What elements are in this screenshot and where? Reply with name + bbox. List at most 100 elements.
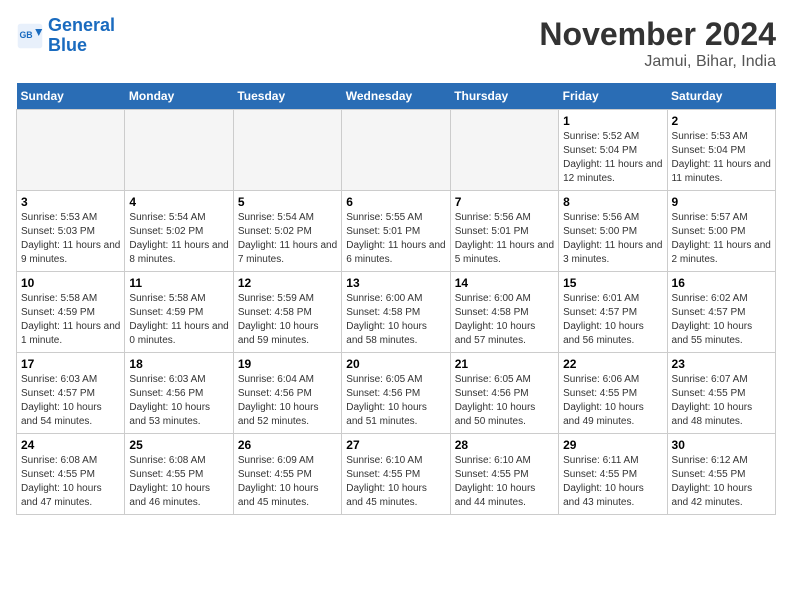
day-info: Sunrise: 5:54 AMSunset: 5:02 PMDaylight:… [238,211,337,267]
calendar-day-cell: 23 Sunrise: 6:07 AMSunset: 4:55 PMDayligh… [667,353,775,434]
day-info: Sunrise: 6:09 AMSunset: 4:55 PMDaylight:… [238,454,337,510]
calendar-week-row: 24 Sunrise: 6:08 AMSunset: 4:55 PMDayligh… [17,434,776,515]
day-number: 28 [455,438,554,452]
day-info: Sunrise: 6:02 AMSunset: 4:57 PMDaylight:… [672,292,771,348]
calendar-day-cell: 14 Sunrise: 6:00 AMSunset: 4:58 PMDayligh… [450,272,558,353]
location: Jamui, Bihar, India [539,53,776,71]
day-info: Sunrise: 6:08 AMSunset: 4:55 PMDaylight:… [21,454,120,510]
calendar-week-row: 3 Sunrise: 5:53 AMSunset: 5:03 PMDaylight… [17,191,776,272]
calendar-day-cell [17,110,125,191]
day-number: 15 [563,276,662,290]
month-title: November 2024 [539,16,776,53]
calendar-day-cell: 27 Sunrise: 6:10 AMSunset: 4:55 PMDayligh… [342,434,450,515]
logo-text: General Blue [48,16,115,56]
calendar-day-cell: 9 Sunrise: 5:57 AMSunset: 5:00 PMDaylight… [667,191,775,272]
calendar-day-cell: 20 Sunrise: 6:05 AMSunset: 4:56 PMDayligh… [342,353,450,434]
logo: GB General Blue [16,16,115,56]
calendar-day-cell: 21Sunrise: 6:05 AMSunset: 4:56 PMDayligh… [450,353,558,434]
calendar-day-cell: 7 Sunrise: 5:56 AMSunset: 5:01 PMDaylight… [450,191,558,272]
day-info: Sunrise: 6:08 AMSunset: 4:55 PMDaylight:… [129,454,228,510]
day-number: 13 [346,276,445,290]
day-info: Sunrise: 5:59 AMSunset: 4:58 PMDaylight:… [238,292,337,348]
day-number: 6 [346,195,445,209]
calendar-day-cell: 26Sunrise: 6:09 AMSunset: 4:55 PMDayligh… [233,434,341,515]
day-number: 22 [563,357,662,371]
day-info: Sunrise: 6:04 AMSunset: 4:56 PMDaylight:… [238,373,337,429]
day-number: 19 [238,357,337,371]
day-info: Sunrise: 6:00 AMSunset: 4:58 PMDaylight:… [455,292,554,348]
day-info: Sunrise: 6:05 AMSunset: 4:56 PMDaylight:… [346,373,445,429]
day-number: 29 [563,438,662,452]
day-number: 9 [672,195,771,209]
day-info: Sunrise: 5:58 AMSunset: 4:59 PMDaylight:… [21,292,120,348]
calendar-day-cell: 1 Sunrise: 5:52 AMSunset: 5:04 PMDaylight… [559,110,667,191]
calendar-day-cell: 10 Sunrise: 5:58 AMSunset: 4:59 PMDayligh… [17,272,125,353]
calendar-week-row: 17Sunrise: 6:03 AMSunset: 4:57 PMDayligh… [17,353,776,434]
day-number: 11 [129,276,228,290]
day-number: 23 [672,357,771,371]
calendar-table: SundayMondayTuesdayWednesdayThursdayFrid… [16,83,776,515]
title-block: November 2024 Jamui, Bihar, India [539,16,776,71]
calendar-day-cell [125,110,233,191]
calendar-day-cell: 5Sunrise: 5:54 AMSunset: 5:02 PMDaylight… [233,191,341,272]
weekday-header-row: SundayMondayTuesdayWednesdayThursdayFrid… [17,83,776,110]
calendar-week-row: 10 Sunrise: 5:58 AMSunset: 4:59 PMDayligh… [17,272,776,353]
day-number: 24 [21,438,120,452]
logo-line2: Blue [48,35,87,55]
day-number: 1 [563,114,662,128]
day-info: Sunrise: 6:03 AMSunset: 4:56 PMDaylight:… [129,373,228,429]
day-info: Sunrise: 5:57 AMSunset: 5:00 PMDaylight:… [672,211,771,267]
day-info: Sunrise: 6:10 AMSunset: 4:55 PMDaylight:… [455,454,554,510]
day-number: 20 [346,357,445,371]
weekday-header: Saturday [667,83,775,110]
day-info: Sunrise: 5:52 AMSunset: 5:04 PMDaylight:… [563,130,662,186]
day-info: Sunrise: 5:53 AMSunset: 5:03 PMDaylight:… [21,211,120,267]
day-number: 7 [455,195,554,209]
day-number: 3 [21,195,120,209]
day-info: Sunrise: 6:11 AMSunset: 4:55 PMDaylight:… [563,454,662,510]
svg-text:GB: GB [20,30,33,40]
calendar-day-cell: 13 Sunrise: 6:00 AMSunset: 4:58 PMDayligh… [342,272,450,353]
weekday-header: Monday [125,83,233,110]
day-info: Sunrise: 5:58 AMSunset: 4:59 PMDaylight:… [129,292,228,348]
day-info: Sunrise: 6:07 AMSunset: 4:55 PMDaylight:… [672,373,771,429]
day-info: Sunrise: 5:56 AMSunset: 5:01 PMDaylight:… [455,211,554,267]
calendar-day-cell: 12 Sunrise: 5:59 AMSunset: 4:58 PMDayligh… [233,272,341,353]
weekday-header: Tuesday [233,83,341,110]
calendar-week-row: 1 Sunrise: 5:52 AMSunset: 5:04 PMDaylight… [17,110,776,191]
day-number: 4 [129,195,228,209]
calendar-day-cell: 16Sunrise: 6:02 AMSunset: 4:57 PMDayligh… [667,272,775,353]
day-info: Sunrise: 6:10 AMSunset: 4:55 PMDaylight:… [346,454,445,510]
calendar-day-cell: 18 Sunrise: 6:03 AMSunset: 4:56 PMDayligh… [125,353,233,434]
day-info: Sunrise: 5:53 AMSunset: 5:04 PMDaylight:… [672,130,771,186]
calendar-day-cell: 22 Sunrise: 6:06 AMSunset: 4:55 PMDayligh… [559,353,667,434]
calendar-day-cell: 30 Sunrise: 6:12 AMSunset: 4:55 PMDayligh… [667,434,775,515]
calendar-day-cell [233,110,341,191]
day-number: 18 [129,357,228,371]
day-number: 10 [21,276,120,290]
calendar-day-cell: 2Sunrise: 5:53 AMSunset: 5:04 PMDaylight… [667,110,775,191]
weekday-header: Sunday [17,83,125,110]
day-number: 8 [563,195,662,209]
day-info: Sunrise: 6:00 AMSunset: 4:58 PMDaylight:… [346,292,445,348]
day-info: Sunrise: 6:05 AMSunset: 4:56 PMDaylight:… [455,373,554,429]
day-number: 14 [455,276,554,290]
day-info: Sunrise: 6:12 AMSunset: 4:55 PMDaylight:… [672,454,771,510]
calendar-day-cell: 3 Sunrise: 5:53 AMSunset: 5:03 PMDaylight… [17,191,125,272]
page-header: GB General Blue November 2024 Jamui, Bih… [16,16,776,71]
day-info: Sunrise: 5:54 AMSunset: 5:02 PMDaylight:… [129,211,228,267]
calendar-day-cell: 6Sunrise: 5:55 AMSunset: 5:01 PMDaylight… [342,191,450,272]
day-info: Sunrise: 6:06 AMSunset: 4:55 PMDaylight:… [563,373,662,429]
calendar-day-cell: 24 Sunrise: 6:08 AMSunset: 4:55 PMDayligh… [17,434,125,515]
day-number: 30 [672,438,771,452]
calendar-day-cell: 17Sunrise: 6:03 AMSunset: 4:57 PMDayligh… [17,353,125,434]
calendar-day-cell: 25Sunrise: 6:08 AMSunset: 4:55 PMDayligh… [125,434,233,515]
day-info: Sunrise: 6:01 AMSunset: 4:57 PMDaylight:… [563,292,662,348]
day-number: 12 [238,276,337,290]
calendar-day-cell: 8Sunrise: 5:56 AMSunset: 5:00 PMDaylight… [559,191,667,272]
day-number: 27 [346,438,445,452]
weekday-header: Wednesday [342,83,450,110]
calendar-day-cell: 19 Sunrise: 6:04 AMSunset: 4:56 PMDayligh… [233,353,341,434]
logo-line1: General [48,15,115,35]
calendar-day-cell [450,110,558,191]
